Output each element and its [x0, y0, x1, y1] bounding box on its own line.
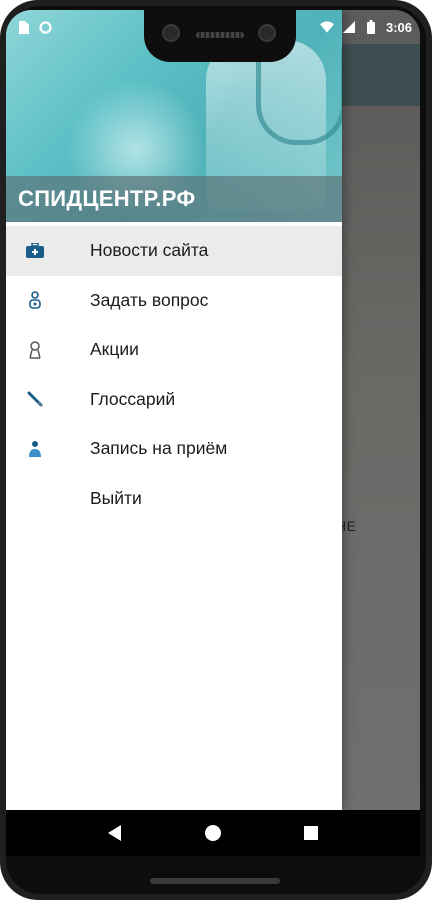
phone-frame: НЕ 3:06 СПИДЦЕНТР.РФ Новости сайта Задат…	[0, 0, 432, 900]
medkit-icon	[26, 242, 44, 260]
menu-item-label: Запись на приём	[90, 438, 228, 459]
camera-notch	[144, 10, 296, 62]
home-icon[interactable]	[198, 818, 228, 848]
speaker-grille	[196, 32, 244, 38]
menu-item-logout[interactable]: Выйти	[6, 474, 342, 524]
sim-icon	[16, 20, 30, 34]
menu-item-promotions[interactable]: Акции	[6, 325, 342, 375]
menu-item-appointment[interactable]: Запись на приём	[6, 424, 342, 474]
front-sensor-icon	[258, 24, 276, 42]
menu-item-label: Выйти	[90, 487, 142, 508]
sync-icon	[38, 20, 52, 34]
gesture-pill	[150, 878, 280, 884]
system-nav-bar	[6, 810, 420, 856]
navigation-drawer: СПИДЦЕНТР.РФ Новости сайта Задать вопрос	[6, 10, 342, 810]
menu-item-label: Задать вопрос	[90, 289, 209, 310]
doctor-icon	[26, 440, 44, 458]
status-time: 3:06	[385, 19, 412, 35]
wifi-icon	[319, 20, 334, 34]
question-icon	[26, 291, 44, 310]
syringe-icon	[26, 390, 44, 408]
drawer-title: СПИДЦЕНТР.РФ	[18, 186, 196, 211]
drawer-menu: Новости сайта Задать вопрос Акции Глосса…	[6, 222, 342, 523]
battery-icon	[364, 20, 378, 34]
menu-item-label: Акции	[90, 339, 139, 360]
recents-icon[interactable]	[296, 818, 326, 848]
signal-icon	[342, 20, 356, 34]
menu-item-label: Глоссарий	[90, 388, 176, 409]
drawer-title-bar: СПИДЦЕНТР.РФ	[6, 176, 342, 222]
menu-item-ask-question[interactable]: Задать вопрос	[6, 276, 342, 326]
menu-item-label: Новости сайта	[90, 240, 209, 261]
screen: НЕ 3:06 СПИДЦЕНТР.РФ Новости сайта Задат…	[6, 10, 420, 810]
ribbon-icon	[26, 341, 44, 359]
stethoscope-icon	[256, 50, 342, 145]
status-bar-left	[16, 20, 52, 34]
front-camera-icon	[162, 24, 180, 42]
menu-item-news[interactable]: Новости сайта	[6, 226, 342, 276]
status-bar-right: 3:06	[319, 19, 412, 35]
back-icon[interactable]	[100, 818, 130, 848]
menu-item-glossary[interactable]: Глоссарий	[6, 375, 342, 425]
